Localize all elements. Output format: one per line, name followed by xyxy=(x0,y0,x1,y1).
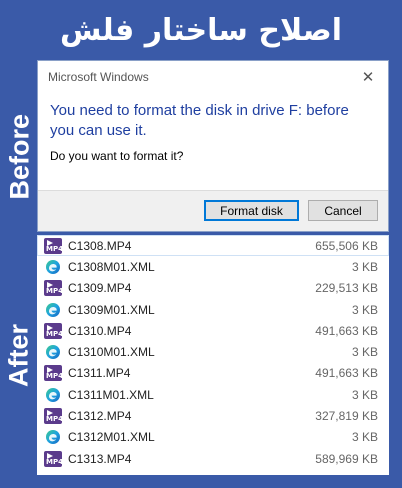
dialog-title: Microsoft Windows xyxy=(48,70,149,84)
file-name: C1312.MP4 xyxy=(68,409,132,424)
file-name: C1310.MP4 xyxy=(68,323,132,338)
mp4-file-icon: MP4 xyxy=(44,322,63,339)
file-size: 327,819 KB xyxy=(315,409,378,424)
before-label: Before xyxy=(4,113,35,200)
after-label: After xyxy=(3,324,34,388)
file-size: 491,663 KB xyxy=(315,323,378,338)
dialog-footer: Format disk Cancel xyxy=(38,190,388,231)
edge-xml-file-icon xyxy=(44,429,62,445)
file-row[interactable]: C1311M01.XML 3 KB xyxy=(37,384,389,405)
file-row[interactable]: MP4 C1310.MP4 491,663 KB xyxy=(37,320,389,341)
file-name: C1308M01.XML xyxy=(68,259,155,274)
file-name: C1312M01.XML xyxy=(68,430,155,445)
file-name: C1310M01.XML xyxy=(68,345,155,360)
edge-xml-file-icon xyxy=(44,302,62,318)
mp4-file-icon: MP4 xyxy=(44,450,63,467)
file-name: C1311.MP4 xyxy=(68,366,131,381)
file-name: C1309.MP4 xyxy=(68,281,132,296)
file-name: C1313.MP4 xyxy=(68,451,132,466)
dialog-titlebar: Microsoft Windows ✕ xyxy=(38,61,388,93)
file-row[interactable]: C1309M01.XML 3 KB xyxy=(37,299,389,320)
cancel-button[interactable]: Cancel xyxy=(308,200,378,221)
file-row[interactable]: MP4 C1311.MP4 491,663 KB xyxy=(37,363,389,384)
file-size: 3 KB xyxy=(351,430,378,445)
file-row[interactable]: C1312M01.XML 3 KB xyxy=(37,427,389,448)
dialog-question: Do you want to format it? xyxy=(50,149,184,163)
file-row[interactable]: C1308M01.XML 3 KB xyxy=(37,256,389,277)
file-size: 3 KB xyxy=(351,259,378,274)
file-row[interactable]: C1310M01.XML 3 KB xyxy=(37,341,389,362)
file-size: 589,969 KB xyxy=(315,451,378,466)
file-name: C1311M01.XML xyxy=(68,387,154,402)
mp4-file-icon: MP4 xyxy=(44,280,63,297)
dialog-message: You need to format the disk in drive F: … xyxy=(50,102,349,139)
file-size: 655,506 KB xyxy=(315,238,378,253)
file-size: 3 KB xyxy=(351,387,378,402)
file-list: MP4 C1308.MP4 655,506 KB C1308M01.XML 3 KB MP… xyxy=(37,235,389,475)
mp4-file-icon: MP4 xyxy=(44,408,63,425)
file-row[interactable]: MP4 C1309.MP4 229,513 KB xyxy=(37,278,389,299)
file-row[interactable]: MP4 C1313.MP4 589,969 KB xyxy=(37,448,389,469)
file-size: 3 KB xyxy=(351,302,378,317)
mp4-file-icon: MP4 xyxy=(44,237,63,254)
file-name: C1309M01.XML xyxy=(68,302,155,317)
edge-xml-file-icon xyxy=(44,259,62,275)
file-row[interactable]: MP4 C1312.MP4 327,819 KB xyxy=(37,405,389,426)
page-banner-title: اصلاح ساختار فلش xyxy=(59,12,343,48)
mp4-file-icon: MP4 xyxy=(44,365,63,382)
edge-xml-file-icon xyxy=(44,344,62,360)
file-size: 3 KB xyxy=(351,345,378,360)
file-size: 491,663 KB xyxy=(315,366,378,381)
file-row[interactable]: MP4 C1308.MP4 655,506 KB xyxy=(37,235,389,257)
file-name: C1308.MP4 xyxy=(68,238,132,253)
format-disk-dialog: Microsoft Windows ✕ You need to format t… xyxy=(37,60,389,232)
close-icon[interactable]: ✕ xyxy=(358,68,378,86)
format-disk-button[interactable]: Format disk xyxy=(204,200,299,221)
edge-xml-file-icon xyxy=(44,387,62,403)
file-size: 229,513 KB xyxy=(315,281,378,296)
